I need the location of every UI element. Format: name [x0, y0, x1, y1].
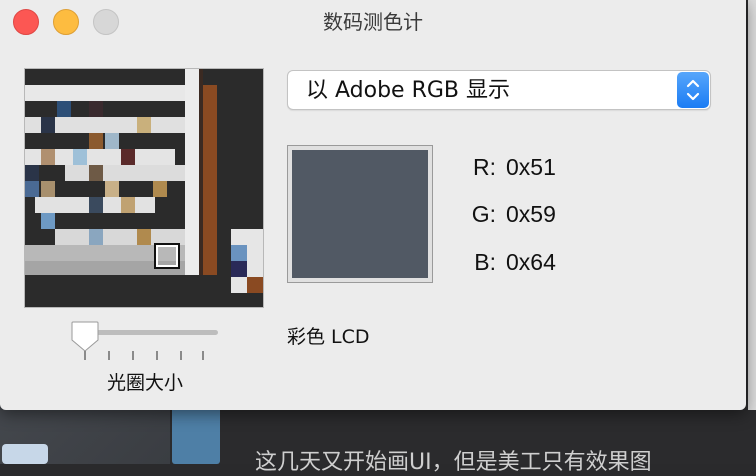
sample-aperture: [154, 243, 180, 269]
color-swatch-fill: [292, 150, 428, 278]
aperture-slider-knob[interactable]: [70, 320, 100, 352]
magnifier-view: [24, 68, 264, 308]
background-window-edge: [748, 0, 756, 410]
color-swatch: [287, 145, 433, 283]
finder-icon: [2, 444, 48, 464]
color-profile-label: 彩色 LCD: [287, 326, 370, 348]
green-readout: G: 0x59: [440, 201, 640, 231]
red-readout: R: 0x51: [440, 154, 640, 184]
aperture-slider-ticks: [84, 351, 218, 361]
green-value: 0x59: [506, 201, 556, 227]
green-key: G:: [471, 201, 496, 227]
aperture-size-label: 光圈大小: [106, 372, 183, 394]
red-key: R:: [473, 154, 496, 180]
title-bar[interactable]: 数码测色计: [0, 0, 746, 44]
red-value: 0x51: [506, 154, 556, 180]
display-mode-value: 以 Adobe RGB 显示: [306, 78, 510, 103]
display-mode-popup[interactable]: 以 Adobe RGB 显示: [287, 70, 711, 110]
digital-color-meter-window: 数码测色计 光圈大小 以 Adobe RGB 显示 R: 0x51 G: 0x5…: [0, 0, 746, 410]
blue-value: 0x64: [506, 249, 556, 275]
blue-readout: B: 0x64: [440, 249, 640, 279]
background-caption: 这几天又开始画UI，但是美工只有效果图: [255, 450, 652, 475]
window-title: 数码测色计: [323, 10, 423, 34]
aperture-slider-track[interactable]: [84, 330, 218, 335]
updown-arrows-icon: [677, 72, 709, 108]
blue-key: B:: [474, 249, 496, 275]
